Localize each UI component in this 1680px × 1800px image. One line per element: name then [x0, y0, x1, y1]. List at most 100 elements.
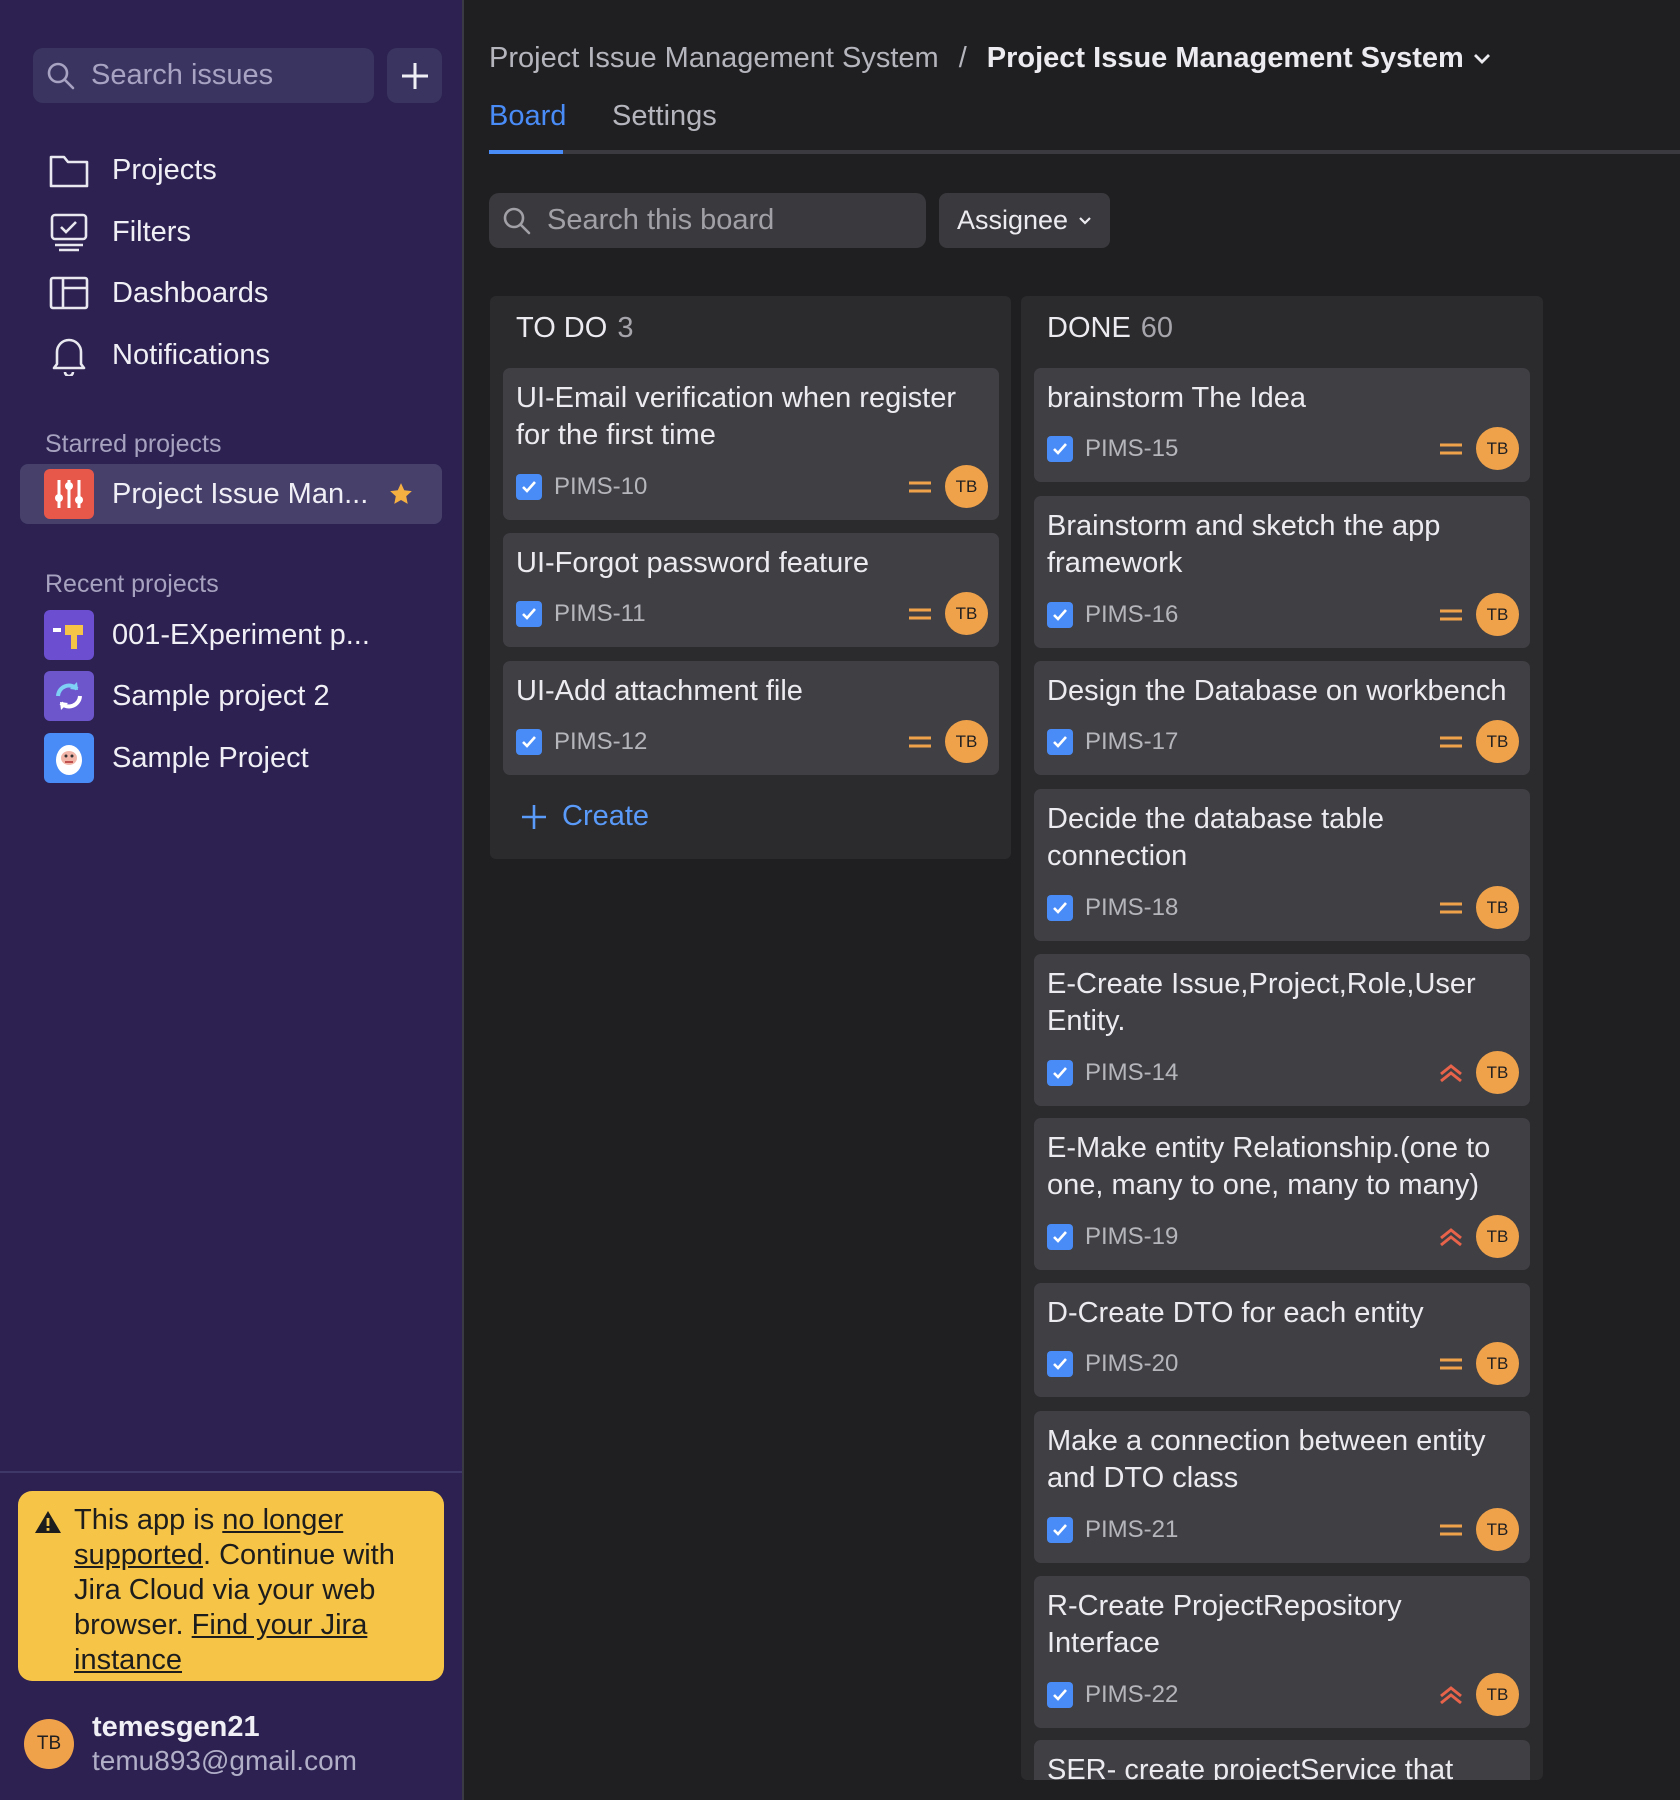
issue-title: R-Create ProjectRepository Interface: [1047, 1590, 1402, 1659]
task-type-icon: [1047, 1350, 1073, 1377]
avatar[interactable]: TB: [1476, 1673, 1519, 1716]
recent-project-item[interactable]: Sample Project: [44, 732, 309, 784]
filter-monitor-icon: [46, 209, 92, 255]
issue-card[interactable]: UI-Add attachment file PIMS-12 TB: [503, 661, 999, 775]
project-sliders-icon: [44, 469, 94, 519]
breadcrumb-current[interactable]: Project Issue Management System: [987, 42, 1464, 75]
warning-icon: [35, 1511, 61, 1533]
issue-footer: PIMS-19 TB: [1047, 1215, 1519, 1258]
issue-footer: PIMS-17 TB: [1047, 720, 1519, 763]
issue-footer: PIMS-14 TB: [1047, 1051, 1519, 1094]
column-header: TO DO 3: [516, 312, 633, 345]
active-tab-indicator: [489, 150, 563, 154]
recent-project-label: Sample Project: [112, 741, 309, 774]
chevron-down-icon[interactable]: [1472, 52, 1492, 66]
avatar[interactable]: TB: [1476, 1051, 1519, 1094]
task-type-icon: [1047, 1059, 1073, 1086]
avatar[interactable]: TB: [1476, 886, 1519, 929]
issue-card[interactable]: brainstorm The Idea PIMS-15 TB: [1034, 368, 1530, 482]
task-type-icon: [1047, 601, 1073, 628]
priority-medium-icon: [1440, 902, 1462, 913]
nav-notifications-label: Notifications: [112, 338, 270, 371]
priority-medium-icon: [909, 736, 931, 747]
nav-notifications[interactable]: Notifications: [46, 330, 270, 380]
avatar[interactable]: TB: [945, 465, 988, 508]
issue-meta: TB: [1438, 1342, 1519, 1385]
search-icon: [47, 62, 75, 89]
issue-card[interactable]: Decide the database table connection PIMS…: [1034, 789, 1530, 941]
task-type-icon: [1047, 728, 1073, 755]
priority-medium-icon: [1440, 736, 1462, 747]
nav-projects[interactable]: Projects: [46, 145, 217, 195]
recent-project-item[interactable]: Sample project 2: [44, 670, 330, 722]
issue-key: PIMS-19: [1085, 1222, 1179, 1250]
assignee-filter-button[interactable]: Assignee: [939, 193, 1110, 248]
starred-project-item[interactable]: Project Issue Man...: [20, 464, 442, 524]
priority-medium-icon: [1440, 1358, 1462, 1369]
issue-card[interactable]: D-Create DTO for each entity PIMS-20 TB: [1034, 1283, 1530, 1397]
avatar[interactable]: TB: [1476, 1215, 1519, 1258]
issue-key: PIMS-10: [554, 472, 648, 500]
task-type-icon: [1047, 435, 1073, 462]
board-search-input[interactable]: Search this board: [489, 193, 926, 248]
task-type-icon: [516, 600, 542, 627]
issue-meta: TB: [907, 720, 988, 763]
issue-meta: TB: [907, 465, 988, 508]
issue-card[interactable]: E-Make entity Relationship.(one to one, …: [1034, 1118, 1530, 1270]
nav-dashboards[interactable]: Dashboards: [46, 268, 268, 318]
search-issues-input[interactable]: Search issues: [33, 48, 374, 103]
column-todo: TO DO 3 UI-Email verification when regist…: [490, 296, 1011, 859]
task-type-icon: [516, 728, 542, 755]
plus-icon: [522, 804, 546, 829]
nav-dashboards-label: Dashboards: [112, 276, 269, 309]
nav-filters[interactable]: Filters: [46, 207, 191, 257]
issue-key: PIMS-17: [1085, 727, 1179, 755]
create-issue-button[interactable]: Create: [520, 800, 649, 833]
recent-project-item[interactable]: 001-EXperiment p...: [44, 609, 370, 661]
issue-card[interactable]: SER- create projectService that: [1034, 1740, 1530, 1780]
breadcrumb: Project Issue Management System / Projec…: [489, 42, 1492, 75]
issue-meta: TB: [1438, 427, 1519, 470]
avatar[interactable]: TB: [1476, 1508, 1519, 1551]
issue-footer: PIMS-21 TB: [1047, 1508, 1519, 1551]
sidebar: Search issues Projects Filters Dashboard…: [0, 0, 464, 1800]
issue-meta: TB: [1438, 1673, 1519, 1716]
avatar[interactable]: TB: [945, 720, 988, 763]
issue-key: PIMS-18: [1085, 893, 1179, 921]
breadcrumb-parent[interactable]: Project Issue Management System: [489, 42, 939, 75]
breadcrumb-separator: /: [958, 42, 967, 74]
create-label: Create: [562, 800, 650, 832]
issue-card[interactable]: Brainstorm and sketch the app framework P…: [1034, 496, 1530, 648]
avatar[interactable]: TB: [1476, 427, 1519, 470]
unsupported-app-banner: This app is no longer supported. Continu…: [18, 1491, 444, 1681]
avatar[interactable]: TB: [1476, 1342, 1519, 1385]
task-type-icon: [1047, 1681, 1073, 1708]
tab-settings[interactable]: Settings: [612, 100, 717, 133]
tab-board[interactable]: Board: [489, 100, 566, 133]
issue-card[interactable]: E-Create Issue,Project,Role,User Entity.…: [1034, 954, 1530, 1106]
priority-medium-icon: [1440, 609, 1462, 620]
issue-card[interactable]: R-Create ProjectRepository Interface PIMS…: [1034, 1576, 1530, 1728]
issue-title: E-Create Issue,Project,Role,User Entity.: [1047, 968, 1476, 1037]
issue-footer: PIMS-11 TB: [516, 592, 988, 635]
avatar[interactable]: TB: [945, 592, 988, 635]
issue-card[interactable]: UI-Forgot password feature PIMS-11 TB: [503, 533, 999, 647]
issue-card[interactable]: Design the Database on workbench PIMS-17 T…: [1034, 661, 1530, 775]
issue-card[interactable]: Make a connection between entity and DTO…: [1034, 1411, 1530, 1563]
task-type-icon: [1047, 1223, 1073, 1250]
avatar[interactable]: TB: [1476, 593, 1519, 636]
nav-projects-label: Projects: [112, 153, 217, 186]
user-profile[interactable]: TB temesgen21 temu893@gmail.com: [24, 1710, 357, 1778]
star-icon[interactable]: [388, 481, 414, 507]
issue-meta: TB: [1438, 1508, 1519, 1551]
issue-card[interactable]: UI-Email verification when register for …: [503, 368, 999, 520]
issue-footer: PIMS-10 TB: [516, 465, 988, 508]
column-count: 3: [617, 312, 634, 344]
priority-medium-icon: [909, 481, 931, 492]
issue-key: PIMS-20: [1085, 1349, 1179, 1377]
project-hammer-icon: [44, 610, 94, 660]
avatar[interactable]: TB: [1476, 720, 1519, 763]
issue-key: PIMS-15: [1085, 434, 1179, 462]
create-button[interactable]: [387, 48, 442, 103]
priority-medium-icon: [1440, 1524, 1462, 1535]
